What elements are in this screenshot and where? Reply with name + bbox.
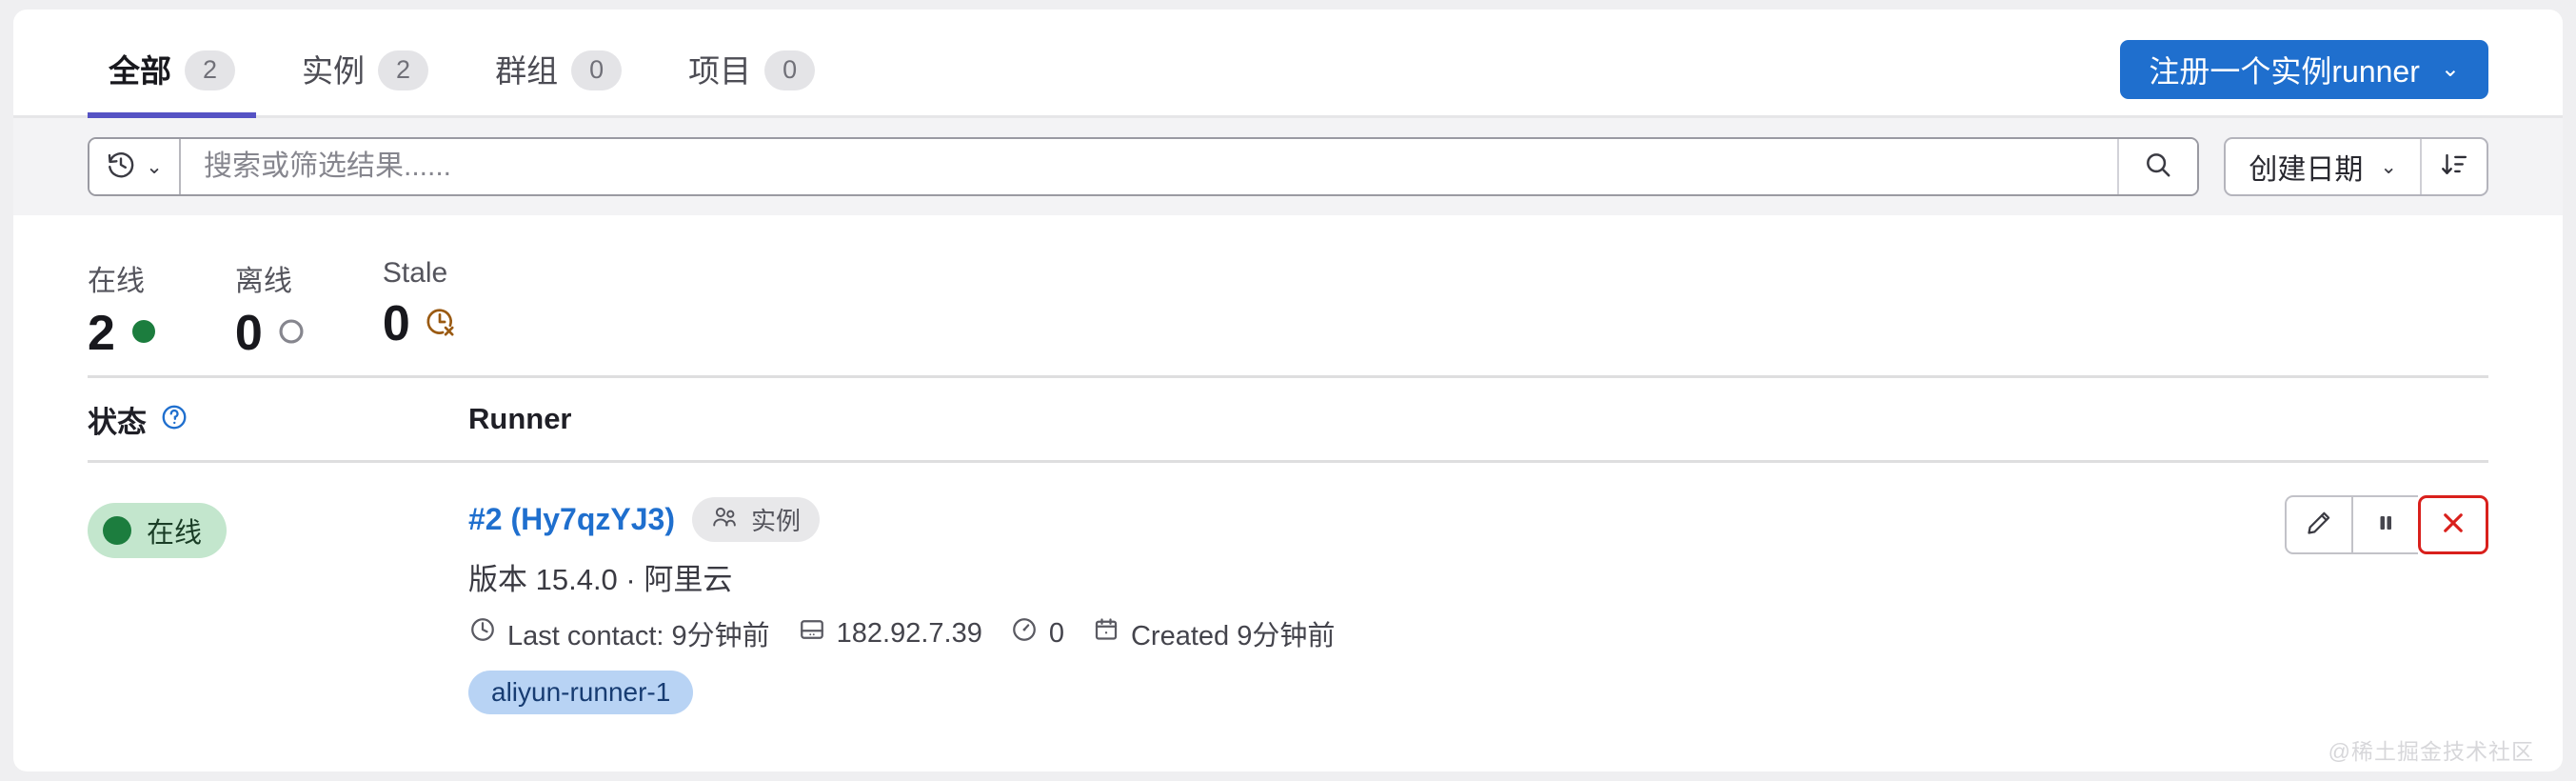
circle-filled-icon — [129, 316, 159, 351]
users-icon — [711, 505, 740, 534]
watermark: @稀土掘金技术社区 — [2328, 739, 2534, 764]
history-icon — [106, 150, 136, 185]
runner-meta-line: Last contact: 9分钟前 182.92.7.39 0 Created… — [468, 613, 2488, 653]
stat-stale-label: Stale — [382, 257, 448, 289]
runners-table: 状态 Runner 在线 #2 (Hy7qzYJ3) 实例 版本 15.4.0 … — [13, 375, 2563, 714]
stat-online-value: 2 — [88, 306, 115, 361]
runner-ip-text: 182.92.7.39 — [836, 617, 982, 649]
delete-runner-button[interactable] — [2418, 495, 2488, 554]
table-header-status-label: 状态 — [88, 405, 147, 439]
status-badge: 在线 — [88, 503, 228, 558]
runner-last-contact: Last contact: 9分钟前 — [468, 613, 770, 653]
runner-type-label: 实例 — [750, 507, 801, 535]
stat-offline-value: 0 — [234, 306, 263, 361]
runner-job-count-text: 0 — [1048, 617, 1064, 649]
runner-name-link[interactable]: #2 (Hy7qzYJ3) — [468, 502, 675, 537]
runner-created-text: Created 9分钟前 — [1130, 621, 1336, 651]
tab-project-count: 0 — [764, 50, 816, 90]
stat-offline-label: 离线 — [234, 266, 292, 297]
status-dot-icon — [103, 516, 131, 545]
table-header-row: 状态 Runner — [88, 375, 2488, 463]
tab-list: 全部 2 实例 2 群组 0 项目 0 — [88, 50, 861, 118]
search-group: ⌄ — [88, 137, 2200, 196]
runners-card: 全部 2 实例 2 群组 0 项目 0 注册一个实例runner ⌄ ⌄ 搜索或… — [13, 10, 2563, 771]
circle-outline-icon — [276, 316, 307, 351]
sort-descending-icon — [2440, 150, 2468, 184]
tab-project[interactable]: 项目 0 — [667, 50, 836, 115]
runner-actions — [2285, 495, 2488, 554]
tab-all-count: 2 — [185, 50, 236, 90]
table-header-status: 状态 — [88, 398, 468, 441]
search-icon — [2143, 150, 2173, 185]
runner-stats: 在线 2 离线 0 Stale 0 — [13, 215, 2563, 375]
chevron-down-icon: ⌄ — [146, 155, 163, 178]
chevron-down-icon: ⌄ — [2380, 155, 2397, 178]
stat-online-label: 在线 — [88, 266, 145, 297]
tab-group-count: 0 — [571, 50, 623, 90]
page-root: 全部 2 实例 2 群组 0 项目 0 注册一个实例runner ⌄ ⌄ 搜索或… — [0, 0, 2576, 781]
runner-ip-address: 182.92.7.39 — [798, 615, 982, 651]
tab-group[interactable]: 群组 0 — [474, 50, 643, 115]
sort-direction-button[interactable] — [2420, 139, 2487, 194]
clock-icon — [468, 615, 497, 651]
tab-instance-label: 实例 — [302, 52, 366, 89]
runner-type-badge: 实例 — [691, 497, 820, 542]
search-history-button[interactable]: ⌄ — [89, 139, 181, 194]
pause-runner-button[interactable] — [2351, 495, 2418, 554]
runner-created: Created 9分钟前 — [1092, 613, 1335, 653]
tab-bar: 全部 2 实例 2 群组 0 项目 0 注册一个实例runner ⌄ — [13, 10, 2563, 118]
table-header-runner-label: Runner — [468, 402, 572, 435]
stat-stale-value: 0 — [382, 296, 410, 351]
sort-group: 创建日期 ⌄ — [2224, 137, 2488, 196]
clock-x-icon — [424, 306, 456, 343]
search-input[interactable] — [181, 139, 2118, 194]
stat-offline: 离线 0 — [235, 257, 307, 375]
pencil-icon — [2305, 509, 2333, 542]
tab-instance-count: 2 — [378, 50, 429, 90]
sort-field-dropdown[interactable]: 创建日期 ⌄ — [2226, 139, 2420, 194]
table-row: 在线 #2 (Hy7qzYJ3) 实例 版本 15.4.0 · 阿里云 Last… — [88, 463, 2488, 714]
runner-job-count: 0 — [1010, 615, 1064, 651]
status-badge-label: 在线 — [147, 518, 203, 549]
question-circle-icon[interactable] — [160, 403, 188, 436]
runner-tag[interactable]: aliyun-runner-1 — [468, 671, 694, 714]
tab-all[interactable]: 全部 2 — [88, 50, 257, 118]
calendar-icon — [1092, 615, 1120, 651]
tab-group-label: 群组 — [495, 52, 559, 89]
runner-status-cell: 在线 — [88, 497, 468, 558]
stat-online: 在线 2 — [88, 257, 159, 375]
server-icon — [798, 615, 826, 651]
gauge-icon — [1010, 615, 1039, 651]
tab-all-label: 全部 — [109, 52, 171, 89]
runner-version-line: 版本 15.4.0 · 阿里云 — [468, 563, 733, 596]
tab-project-label: 项目 — [688, 52, 752, 89]
runner-last-contact-text: Last contact: 9分钟前 — [507, 621, 770, 651]
runner-details-cell: #2 (Hy7qzYJ3) 实例 版本 15.4.0 · 阿里云 Last co… — [468, 497, 2488, 714]
pause-icon — [2371, 509, 2400, 542]
register-instance-runner-button[interactable]: 注册一个实例runner ⌄ — [2120, 40, 2488, 99]
table-header-runner: Runner — [468, 402, 572, 436]
sort-field-label: 创建日期 — [2249, 154, 2364, 186]
search-submit-button[interactable] — [2117, 139, 2198, 194]
runner-tags: aliyun-runner-1 — [468, 671, 2488, 714]
register-instance-runner-label: 注册一个实例runner — [2149, 54, 2420, 89]
stat-stale: Stale 0 — [383, 257, 456, 375]
close-x-icon — [2438, 508, 2468, 543]
filter-bar: ⌄ 创建日期 ⌄ — [13, 118, 2563, 215]
tab-instance[interactable]: 实例 2 — [281, 50, 449, 115]
edit-runner-button[interactable] — [2285, 495, 2351, 554]
chevron-down-icon: ⌄ — [2440, 56, 2460, 82]
